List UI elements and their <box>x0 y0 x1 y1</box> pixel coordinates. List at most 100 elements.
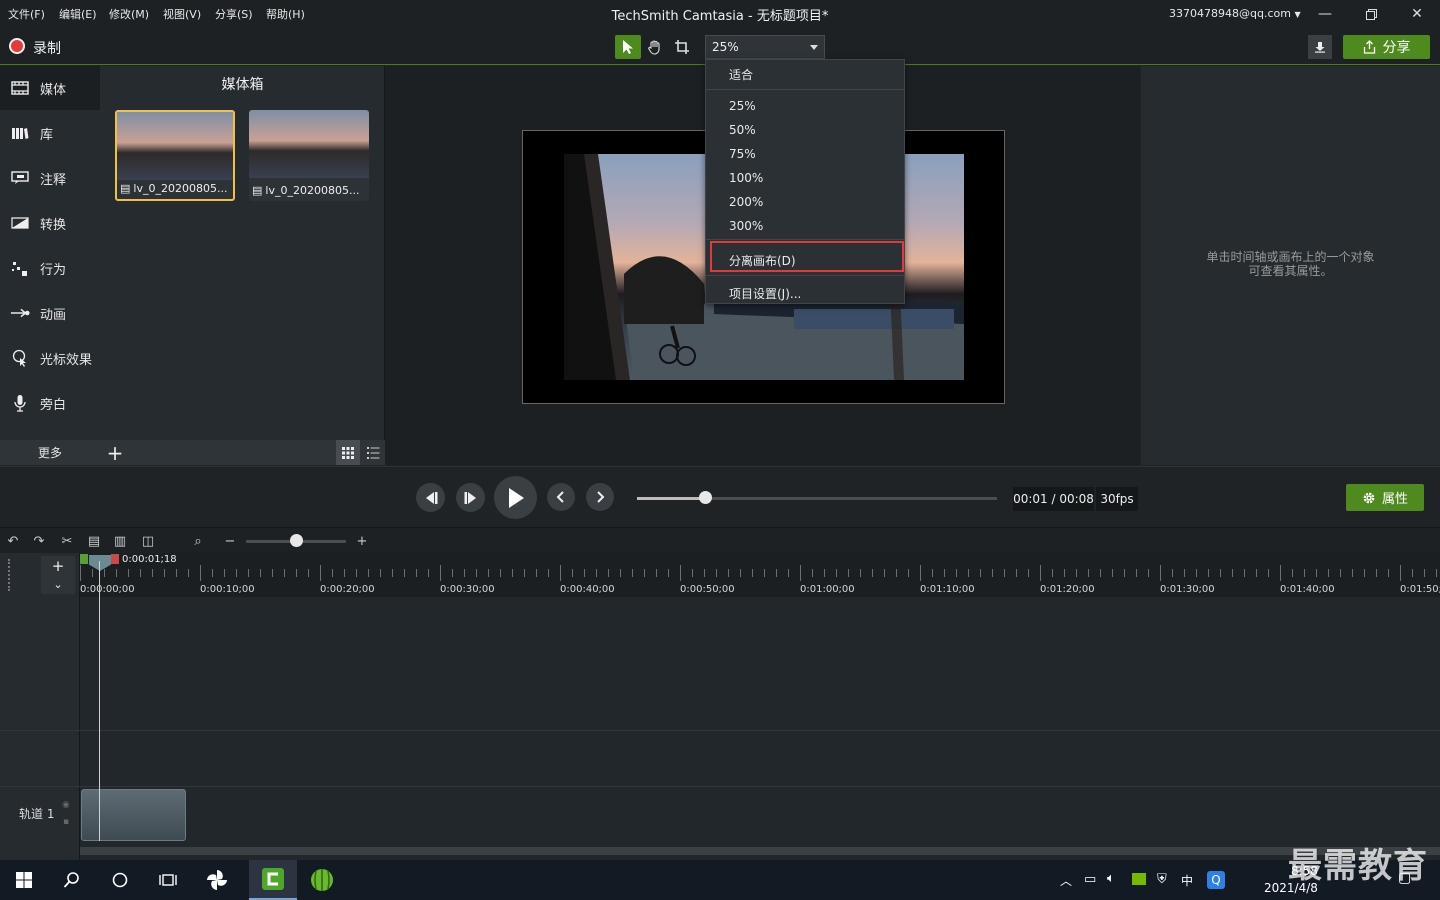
add-track-button[interactable]: + <box>41 556 75 576</box>
timeline-zoom-handle[interactable] <box>290 534 303 547</box>
properties-button[interactable]: 属性 <box>1346 484 1424 511</box>
ruler-tick <box>680 565 681 581</box>
zoom-in-button[interactable]: + <box>352 532 372 550</box>
paste-button[interactable]: ▥ <box>110 532 130 550</box>
timeline-clip[interactable] <box>81 789 186 841</box>
ruler-tick <box>164 569 165 577</box>
pan-tool-button[interactable] <box>642 35 668 59</box>
start-button[interactable] <box>0 860 48 900</box>
nav-item-library[interactable]: 库 <box>0 111 100 155</box>
cut-button[interactable]: ✂ <box>57 532 77 550</box>
tray-expand-icon[interactable]: ︿ <box>1060 872 1072 889</box>
security-shield-icon[interactable]: ⛨ <box>1157 872 1167 887</box>
ruler-tick <box>608 569 609 577</box>
ruler-tick <box>416 569 417 577</box>
cortana-button[interactable] <box>96 860 144 900</box>
ruler-tick <box>812 569 813 577</box>
close-button[interactable]: ✕ <box>1394 0 1440 28</box>
minimize-button[interactable]: — <box>1302 0 1348 28</box>
ruler-tick <box>236 569 237 577</box>
zoom-option-75[interactable]: 75% <box>729 147 756 161</box>
nvidia-icon[interactable] <box>1132 873 1146 885</box>
qq-browser-icon[interactable]: Q <box>1207 871 1225 889</box>
zoom-option-25[interactable]: 25% <box>729 99 756 113</box>
taskbar-app-melon[interactable] <box>298 860 346 900</box>
step-forward-button[interactable] <box>456 483 485 512</box>
collapse-tracks-button[interactable]: ⌄ <box>41 575 75 594</box>
redo-button[interactable]: ↷ <box>29 532 49 550</box>
undo-button[interactable]: ↶ <box>3 532 23 550</box>
volume-icon[interactable]: 🔈︎ <box>1107 871 1115 886</box>
restore-button[interactable] <box>1348 0 1394 28</box>
taskbar-app-pinwheel[interactable] <box>193 860 241 900</box>
menu-file[interactable]: 文件(F) <box>8 6 45 22</box>
select-tool-button[interactable] <box>615 35 641 59</box>
menu-share[interactable]: 分享(S) <box>215 6 253 22</box>
track-row-1[interactable] <box>80 786 1440 846</box>
nav-item-behaviors[interactable]: 行为 <box>0 246 100 290</box>
chevron-left-icon <box>556 491 564 503</box>
track-row[interactable] <box>80 730 1440 786</box>
gear-icon <box>1363 492 1375 503</box>
canvas-zoom-select[interactable]: 25% <box>705 35 825 59</box>
step-back-button[interactable] <box>416 483 445 512</box>
lock-icon[interactable]: ▪ <box>63 817 69 827</box>
list-view-button[interactable] <box>361 440 385 465</box>
menu-edit[interactable]: 编辑(E) <box>59 6 97 22</box>
download-button[interactable] <box>1308 35 1332 59</box>
grid-view-button[interactable] <box>336 440 360 465</box>
scrubber-handle[interactable] <box>699 491 713 504</box>
ruler-tick <box>116 569 117 577</box>
play-button[interactable] <box>494 476 537 519</box>
playback-scrubber[interactable] <box>637 497 997 500</box>
menu-modify[interactable]: 修改(M) <box>109 6 149 22</box>
more-button[interactable]: 更多 <box>0 440 100 465</box>
timeline-ruler[interactable]: 0:00:00;00 0:00:10;00 0:00:20;00 0:00:30… <box>80 553 1440 597</box>
task-view-button[interactable] <box>144 860 192 900</box>
zoom-search-button[interactable]: ⌕ <box>188 532 208 550</box>
menu-help[interactable]: 帮助(H) <box>266 6 305 22</box>
undo-icon: ↶ <box>7 533 19 549</box>
nav-item-voice-narration[interactable]: 旁白 <box>0 381 100 425</box>
nav-item-media[interactable]: 媒体 <box>0 66 100 110</box>
taskbar-search-button[interactable] <box>48 860 96 900</box>
add-media-button[interactable]: + <box>104 440 126 465</box>
project-settings-option[interactable]: 项目设置(J)... <box>729 285 801 302</box>
zoom-out-button[interactable]: − <box>220 532 240 550</box>
account-menu[interactable]: 3370478948@qq.com ▼ <box>1169 7 1301 20</box>
timeline-side-slider[interactable] <box>8 559 16 591</box>
timeline-horizontal-scrollbar[interactable] <box>80 847 1440 855</box>
nav-item-transitions[interactable]: 转换 <box>0 201 100 245</box>
playhead-line[interactable] <box>99 561 100 841</box>
zoom-option-fit[interactable]: 适合 <box>729 66 753 83</box>
track-1-label[interactable]: 轨道 1 <box>19 805 54 822</box>
zoom-option-50[interactable]: 50% <box>729 123 756 137</box>
previous-marker-button[interactable] <box>547 483 575 511</box>
detach-canvas-option[interactable]: 分离画布(D) <box>729 252 796 269</box>
nav-item-cursor-effects[interactable]: 光标效果 <box>0 336 100 380</box>
next-marker-button[interactable] <box>586 483 614 511</box>
nav-item-animations[interactable]: 动画 <box>0 291 100 335</box>
split-button[interactable]: ◫ <box>138 532 158 550</box>
selection-end-marker[interactable] <box>111 554 119 564</box>
camtasia-app-icon <box>262 868 284 890</box>
zoom-option-100[interactable]: 100% <box>729 171 763 185</box>
menu-view[interactable]: 视图(V) <box>163 6 201 22</box>
input-method-icon[interactable]: 中 <box>1181 872 1193 889</box>
share-button[interactable]: 分享 <box>1343 35 1430 59</box>
zoom-option-300[interactable]: 300% <box>729 219 763 233</box>
clip-preview-image <box>117 112 233 180</box>
selection-start-marker[interactable] <box>80 554 88 564</box>
eye-icon[interactable]: ◉ <box>62 800 70 810</box>
network-icon[interactable]: ▭ <box>1084 872 1096 887</box>
ruler-tick <box>284 569 285 577</box>
record-button[interactable]: 录制 <box>0 28 80 65</box>
media-clip-thumbnail[interactable]: ▤ lv_0_20200805... <box>249 110 369 201</box>
crop-tool-button[interactable] <box>669 35 695 59</box>
media-clip-thumbnail[interactable]: ▤ lv_0_20200805... <box>115 110 235 201</box>
zoom-option-200[interactable]: 200% <box>729 195 763 209</box>
taskbar-app-camtasia[interactable] <box>249 860 297 900</box>
nav-item-annotations[interactable]: 注释 <box>0 156 100 200</box>
menu-bar: 文件(F) 编辑(E) 修改(M) 视图(V) 分享(S) 帮助(H) Tech… <box>0 0 1440 28</box>
copy-button[interactable]: ▤ <box>84 532 104 550</box>
